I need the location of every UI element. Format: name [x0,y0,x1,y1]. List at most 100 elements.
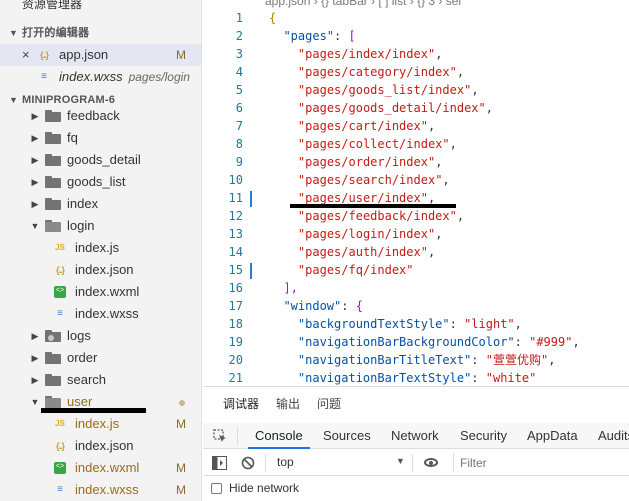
chevron-down-icon: ▼ [30,397,40,407]
tab-console[interactable]: Console [248,423,310,449]
open-editors-label: 打开的编辑器 [22,27,90,39]
divider [237,427,238,445]
line-number: 1 [235,11,243,25]
tab-security[interactable]: Security [460,423,507,449]
tree-folder-login[interactable]: ▼ login [0,215,201,237]
filter-input[interactable] [454,453,614,473]
annotation-underline [290,204,456,208]
filter-box [453,453,629,473]
code-line-window-entry: "navigationBarTitleText": "萱萱优购", [297,353,556,367]
code-line-1: { [269,11,277,25]
tree-file-user-index-wxss[interactable]: ≡ index.wxss M [0,479,201,501]
folder-name: fq [67,130,78,145]
tab-debugger[interactable]: 调试器 [223,395,259,412]
modified-badge: M [176,483,186,497]
tree-folder-goods-list[interactable]: ▶ goods_list [0,171,201,193]
json-file-icon: {..} [55,265,65,275]
tree-file-user-index-js[interactable]: JS index.js M [0,413,201,435]
code-line-page-entry: "pages/goods_list/index", [297,83,479,97]
hide-network-label: Hide network [229,481,300,495]
folder-name: order [67,350,98,365]
modified-badge: M [176,461,186,475]
dropdown-arrow-icon[interactable]: ▼ [396,456,405,466]
tree-folder-goods-detail[interactable]: ▶ goods_detail [0,149,201,171]
eye-icon[interactable] [424,458,438,467]
tree-file-login-index-wxss[interactable]: ≡ index.wxss [0,303,201,325]
tab-network[interactable]: Network [391,423,439,449]
tree-file-login-index-wxml[interactable]: index.wxml [0,281,201,303]
open-editor-index-wxss[interactable]: ≡ index.wxss pages/login [0,66,201,88]
code-editor[interactable]: app.json › {} tabBar › [ ] list › {} 3 ›… [203,0,629,386]
explorer-sidebar: 资源管理器 ▼ 打开的编辑器 × {..} app.json M ≡ index… [0,0,202,501]
tree-file-user-index-json[interactable]: {..} index.json [0,435,201,457]
clear-console-icon[interactable] [241,456,255,470]
debug-panel: 调试器 输出 问题 Console Sources Network Securi… [203,386,629,501]
line-number: 2 [235,29,243,43]
code-line-page-entry: "pages/order/index", [297,155,443,169]
tree-folder-index[interactable]: ▶ index [0,193,201,215]
line-number: 20 [228,353,243,367]
open-editor-app-json[interactable]: × {..} app.json M [0,44,201,66]
line-number: 10 [228,173,243,187]
code-line-page-entry: "pages/cart/index", [297,119,436,133]
tree-folder-search[interactable]: ▶ search [0,369,201,391]
breadcrumb[interactable]: app.json › {} tabBar › [ ] list › {} 3 ›… [265,0,461,8]
divider [265,454,266,472]
open-editors-header[interactable]: ▼ 打开的编辑器 [0,24,201,42]
code-line-page-entry: "pages/feedback/index", [297,209,465,223]
folder-name: goods_list [67,174,126,189]
tree-folder-feedback[interactable]: ▶ feedback [0,105,201,127]
code-line-17: "window": { [283,299,363,313]
hide-network-checkbox[interactable] [211,482,222,494]
code-line-2: "pages": [ [283,29,356,43]
folder-name: index [67,196,99,211]
close-icon[interactable]: × [22,44,30,66]
tree-folder-order[interactable]: ▶ order [0,347,201,369]
chevron-right-icon: ▶ [31,111,39,121]
code-line-page-entry: "pages/index/index", [297,47,443,61]
code-line-16: ], [283,281,298,295]
code-line-page-entry: "pages/goods_detail/index", [297,101,493,115]
folder-name: search [67,372,107,387]
tab-sources[interactable]: Sources [323,423,371,449]
sidebar-toggle-icon[interactable] [212,456,227,470]
tab-audits[interactable]: Audits [598,423,629,449]
chevron-right-icon: ▶ [31,199,39,209]
code-line-window-entry: "backgroundTextStyle": "light", [297,317,522,331]
line-number: 7 [235,119,243,133]
wxml-file-icon [54,281,66,303]
folder-icon [45,325,61,347]
code-line-window-entry: "navigationBarBackgroundColor": "#999", [297,335,580,349]
file-name: index.wxml [75,284,140,299]
css-file-icon: ≡ [57,308,63,319]
code-line-page-entry: "pages/search/index", [297,173,450,187]
chevron-right-icon: ▶ [31,375,39,385]
css-file-icon: ≡ [41,71,47,82]
divider [412,454,413,472]
tree-file-login-index-json[interactable]: {..} index.json [0,259,201,281]
tree-file-login-index-js[interactable]: JS index.js [0,237,201,259]
folder-open-icon [45,215,61,237]
tree-folder-fq[interactable]: ▶ fq [0,127,201,149]
code-line-page-entry: "pages/auth/index", [297,245,436,259]
file-name: index.wxss [75,306,139,321]
code-line-page-entry: "pages/category/index", [297,65,465,79]
folder-icon [45,127,61,149]
folder-icon [45,369,61,391]
folder-icon [45,105,61,127]
tree-file-user-index-wxml[interactable]: index.wxml M [0,457,201,479]
tree-folder-logs[interactable]: ▶ logs [0,325,201,347]
css-file-icon: ≡ [57,484,63,495]
folder-name: login [67,218,95,233]
line-number: 13 [228,227,243,241]
tab-output[interactable]: 输出 [276,395,300,412]
tab-appdata[interactable]: AppData [527,423,578,449]
hide-network-option[interactable]: Hide network [211,481,299,495]
annotation-underline [41,408,146,413]
tab-problems[interactable]: 问题 [317,395,341,412]
console-toolbar: top ▼ [203,450,629,476]
code-line-window-entry: "navigationBarTextStyle": "white" [297,371,537,385]
context-select[interactable]: top [277,455,294,469]
code-line-page-entry: "pages/fq/index" [297,263,414,277]
inspect-element-icon[interactable] [213,429,227,443]
